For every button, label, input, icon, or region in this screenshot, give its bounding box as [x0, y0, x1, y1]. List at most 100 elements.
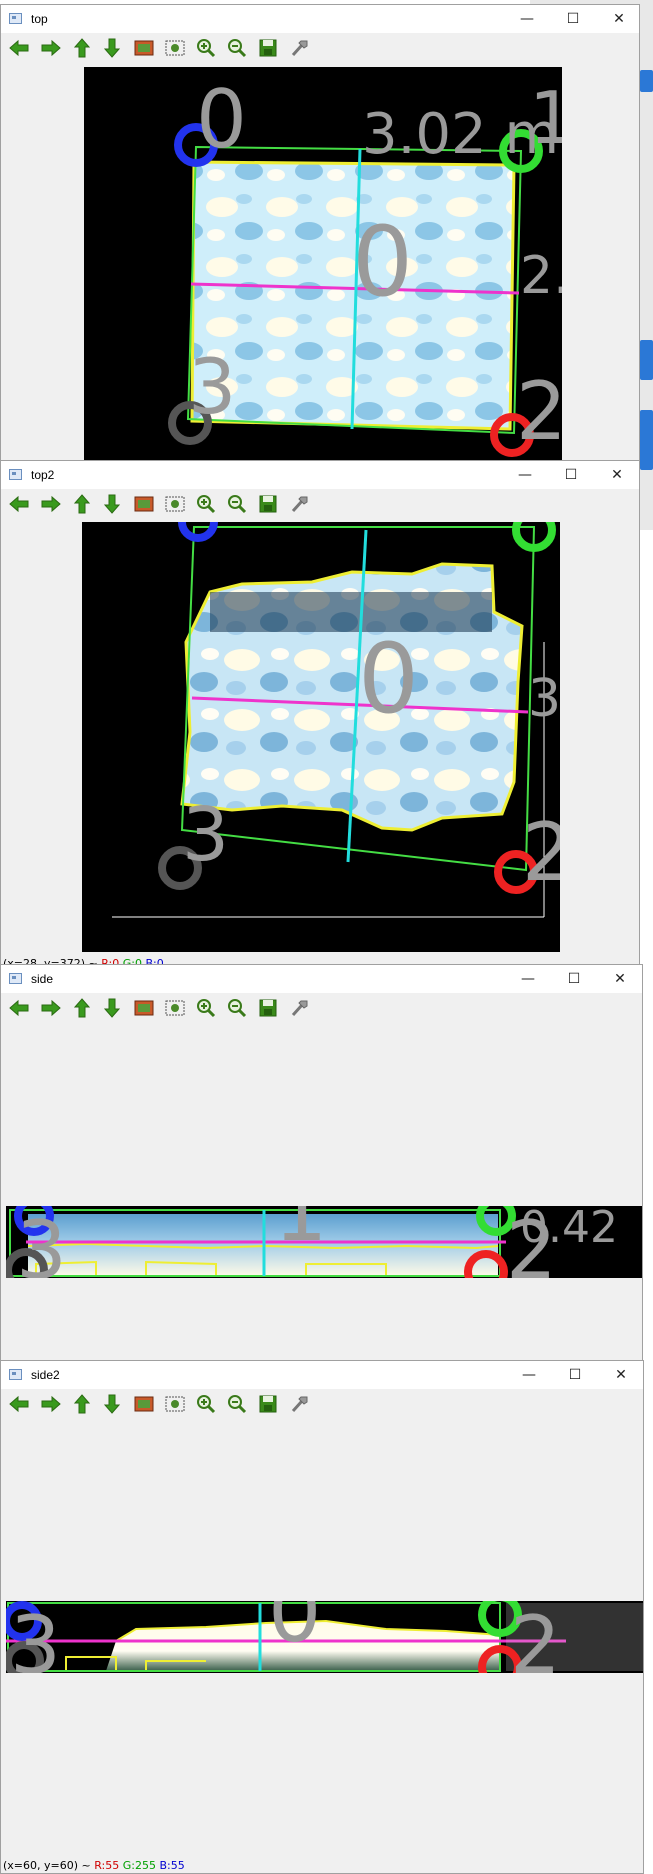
- arrow-up-button[interactable]: [71, 997, 93, 1019]
- zoom-region-button[interactable]: [164, 1393, 186, 1415]
- zoom-out-icon: [227, 494, 247, 514]
- arrow-right-button[interactable]: [40, 37, 62, 59]
- properties-icon: [289, 998, 309, 1018]
- window-icon: [9, 13, 22, 24]
- zoom-region-button[interactable]: [164, 493, 186, 515]
- zoom-in-button[interactable]: [195, 997, 217, 1019]
- image-button[interactable]: [133, 1393, 155, 1415]
- status-blue: B:55: [159, 1859, 185, 1872]
- properties-button[interactable]: [288, 493, 310, 515]
- image-view-side2[interactable]: 3 2 0: [6, 1601, 644, 1673]
- zoom-region-icon: [165, 999, 185, 1017]
- zoom-region-icon: [165, 495, 185, 513]
- minimize-button[interactable]: —: [509, 9, 545, 29]
- arrow-right-button[interactable]: [40, 493, 62, 515]
- zoom-in-icon: [196, 494, 216, 514]
- arrow-up-button[interactable]: [71, 493, 93, 515]
- window-title: side2: [31, 1368, 60, 1382]
- zoom-in-button[interactable]: [195, 37, 217, 59]
- side-label: 2.: [520, 246, 562, 306]
- arrow-down-icon: [103, 494, 121, 514]
- toolbar: [1, 33, 639, 63]
- arrow-left-button[interactable]: [8, 997, 30, 1019]
- title-bar[interactable]: top — ☐ ✕: [1, 5, 639, 33]
- close-button[interactable]: ✕: [599, 465, 635, 485]
- properties-button[interactable]: [288, 37, 310, 59]
- background-button: [640, 70, 653, 92]
- image-button[interactable]: [133, 997, 155, 1019]
- zoom-out-button[interactable]: [226, 37, 248, 59]
- arrow-right-button[interactable]: [40, 1393, 62, 1415]
- window-title: side: [31, 972, 54, 986]
- image-view-top2[interactable]: 2 3 0 3: [82, 522, 560, 952]
- arrow-left-icon: [9, 999, 29, 1017]
- zoom-region-icon: [165, 1395, 185, 1413]
- arrow-left-button[interactable]: [8, 37, 30, 59]
- window-top[interactable]: top — ☐ ✕ 0 1 2 3 0 3.02 m 2.: [0, 4, 640, 474]
- minimize-button[interactable]: —: [507, 465, 543, 485]
- save-button[interactable]: [257, 493, 279, 515]
- zoom-in-icon: [196, 998, 216, 1018]
- properties-button[interactable]: [288, 997, 310, 1019]
- window-top2[interactable]: top2 — ☐ ✕ 2 3 0 3: [0, 460, 640, 968]
- image-view-top[interactable]: 0 1 2 3 0 3.02 m 2.: [84, 67, 562, 474]
- close-button[interactable]: ✕: [603, 1365, 639, 1385]
- arrow-down-button[interactable]: [101, 37, 123, 59]
- image-icon: [134, 999, 154, 1017]
- save-button[interactable]: [257, 997, 279, 1019]
- save-icon: [259, 999, 277, 1017]
- shadow-band: [210, 592, 492, 632]
- arrow-left-icon: [9, 1395, 29, 1413]
- maximize-button[interactable]: ☐: [555, 9, 591, 29]
- image-button[interactable]: [133, 493, 155, 515]
- arrow-left-icon: [9, 495, 29, 513]
- zoom-in-button[interactable]: [195, 493, 217, 515]
- zoom-region-button[interactable]: [164, 37, 186, 59]
- image-button[interactable]: [133, 37, 155, 59]
- arrow-down-button[interactable]: [101, 493, 123, 515]
- zoom-in-button[interactable]: [195, 1393, 217, 1415]
- title-bar[interactable]: top2 — ☐ ✕: [1, 461, 639, 489]
- minimize-button[interactable]: —: [510, 969, 546, 989]
- arrow-up-button[interactable]: [71, 37, 93, 59]
- zoom-out-button[interactable]: [226, 493, 248, 515]
- zoom-out-icon: [227, 998, 247, 1018]
- title-bar[interactable]: side2 — ☐ ✕: [1, 1361, 643, 1389]
- image-icon: [134, 39, 154, 57]
- close-button[interactable]: ✕: [601, 9, 637, 29]
- close-button[interactable]: ✕: [602, 969, 638, 989]
- arrow-down-button[interactable]: [101, 997, 123, 1019]
- window-icon: [9, 469, 22, 480]
- maximize-button[interactable]: ☐: [556, 969, 592, 989]
- window-side2[interactable]: side2 — ☐ ✕ 3 2 0 (x=60, y=60) ~ R:55 G:…: [0, 1360, 644, 1874]
- status-bar: (x=60, y=60) ~ R:55 G:255 B:55: [3, 1859, 185, 1872]
- side-label: 3: [528, 669, 560, 729]
- arrow-right-button[interactable]: [40, 997, 62, 1019]
- status-green: G:255: [122, 1859, 156, 1872]
- arrow-left-button[interactable]: [8, 493, 30, 515]
- corner-3-label: 3: [16, 1206, 67, 1278]
- zoom-out-button[interactable]: [226, 997, 248, 1019]
- image-view-side[interactable]: 3 2 1 0.42: [6, 1206, 643, 1278]
- arrow-up-button[interactable]: [71, 1393, 93, 1415]
- title-bar[interactable]: side — ☐ ✕: [1, 965, 642, 993]
- save-button[interactable]: [257, 37, 279, 59]
- arrow-down-button[interactable]: [101, 1393, 123, 1415]
- corner-0-label: 0: [196, 73, 247, 166]
- corner-3-label: 3: [188, 342, 236, 431]
- save-button[interactable]: [257, 1393, 279, 1415]
- maximize-button[interactable]: ☐: [553, 465, 589, 485]
- minimize-button[interactable]: —: [511, 1365, 547, 1385]
- status-red: R:55: [94, 1859, 120, 1872]
- arrow-left-button[interactable]: [8, 1393, 30, 1415]
- arrow-left-icon: [9, 39, 29, 57]
- window-title: top2: [31, 468, 55, 482]
- maximize-button[interactable]: ☐: [557, 1365, 593, 1385]
- arrow-right-icon: [41, 1395, 61, 1413]
- properties-button[interactable]: [288, 1393, 310, 1415]
- zoom-out-button[interactable]: [226, 1393, 248, 1415]
- arrow-down-icon: [103, 998, 121, 1018]
- window-side[interactable]: side — ☐ ✕ 3 2 1 0.42: [0, 964, 643, 1364]
- save-icon: [259, 39, 277, 57]
- zoom-region-button[interactable]: [164, 997, 186, 1019]
